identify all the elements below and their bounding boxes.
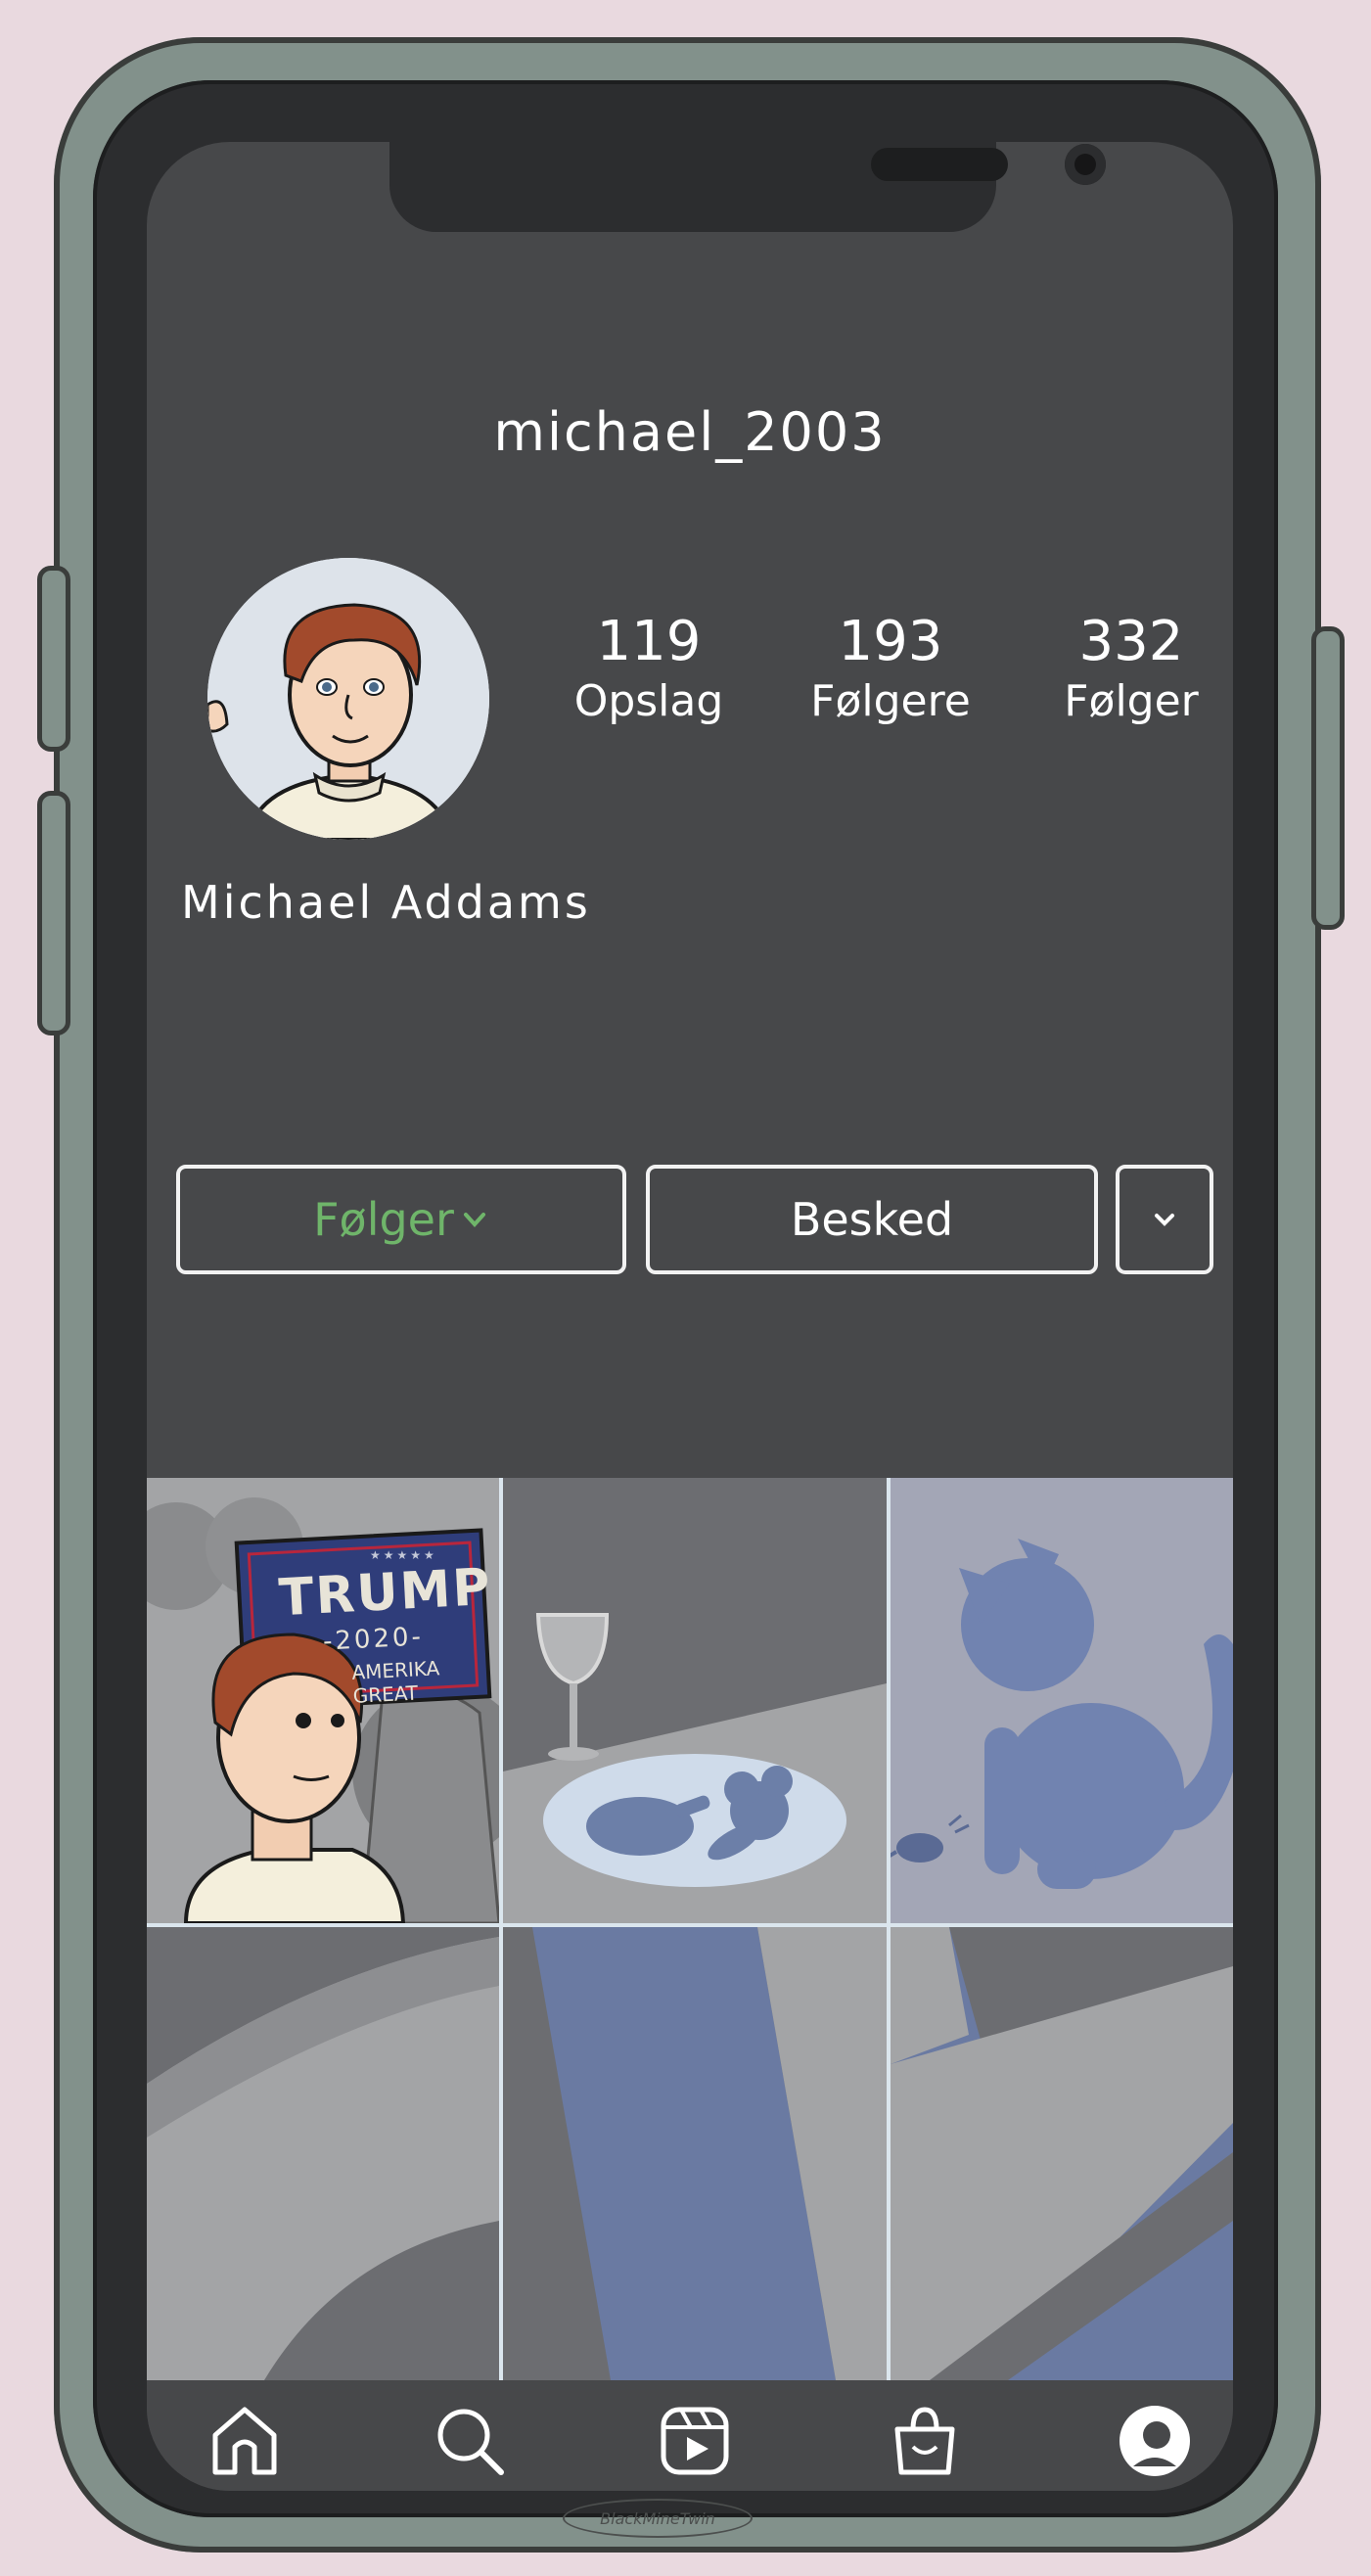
reels-icon[interactable] [656,2402,734,2480]
following-button-label: Følger [313,1193,454,1246]
post-thumbnail-abstract-1[interactable] [147,1927,499,2380]
cat-illustration [891,1478,1233,1923]
dinner-illustration [503,1478,887,1923]
search-icon[interactable] [431,2402,509,2480]
stat-posts-label: Opslag [573,676,724,726]
stat-following[interactable]: 332 Følger [1024,612,1233,731]
artist-watermark: BlackMineTwin [563,2499,753,2538]
stat-posts-value: 119 [596,610,702,673]
chevron-down-icon [463,1213,485,1227]
following-button[interactable]: Følger [176,1165,626,1274]
stat-posts[interactable]: 119 Opslag [541,612,756,731]
abstract-illustration-1 [147,1927,499,2380]
home-icon[interactable] [206,2402,284,2480]
stat-followers-value: 193 [838,610,943,673]
bottom-navigation [147,2380,1233,2491]
posts-grid: ★★★★★ TRUMP -2020- AMERIKA GREAT [147,1478,1233,2380]
sign-stars: ★★★★★ [370,1548,437,1562]
post-thumbnail-abstract-2[interactable] [503,1927,887,2380]
post-thumbnail-rally[interactable]: ★★★★★ TRUMP -2020- AMERIKA GREAT [147,1478,499,1923]
message-button[interactable]: Besked [646,1165,1098,1274]
side-button-left-bottom [37,791,70,1035]
chevron-down-icon [1155,1214,1174,1226]
profile-username: michael_2003 [493,401,887,463]
side-button-left-top [37,566,70,752]
side-button-right [1311,626,1345,930]
profile-avatar[interactable] [207,558,489,840]
post-thumbnail-dinner[interactable] [503,1478,887,1923]
post-thumbnail-abstract-3[interactable] [891,1927,1233,2380]
stat-following-value: 332 [1078,610,1184,673]
suggested-dropdown-button[interactable] [1116,1165,1213,1274]
stat-followers[interactable]: 193 Følgere [783,612,998,731]
phone-screen: michael_2003 119 Opslag 193 Følgere 332 … [147,142,1233,2491]
sign-title: TRUMP [277,1557,494,1629]
sign-year: -2020- [322,1622,425,1657]
profile-full-name: Michael Addams [181,876,591,929]
front-camera [1065,144,1106,185]
abstract-illustration-3 [891,1927,1233,2380]
speaker-grille [871,148,1008,181]
stat-followers-label: Følgere [810,676,971,726]
abstract-illustration-2 [503,1927,887,2380]
profile-avatar-icon[interactable] [1116,2402,1194,2480]
post-thumbnail-cat[interactable] [891,1478,1233,1923]
notch [389,142,1106,232]
avatar-illustration [207,558,489,840]
stat-following-label: Følger [1064,676,1199,726]
shop-icon[interactable] [886,2402,964,2480]
sign-slogan: AMERIKA GREAT [350,1656,440,1708]
message-button-label: Besked [790,1193,954,1246]
